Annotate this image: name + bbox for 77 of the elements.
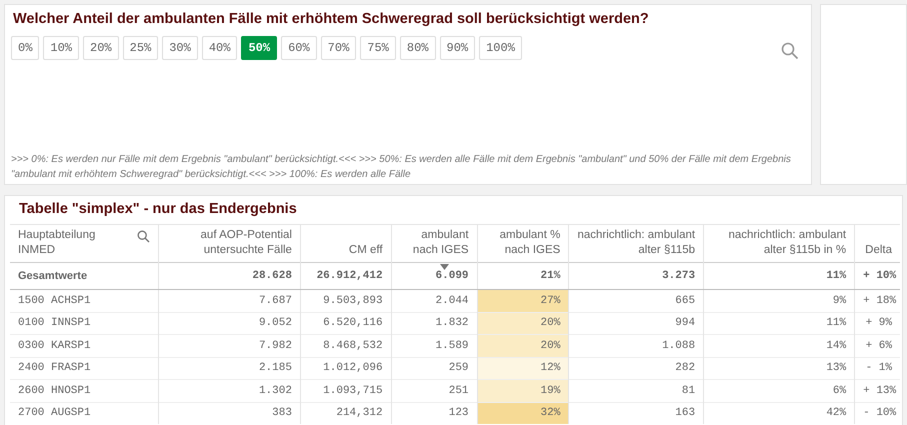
filter-option[interactable]: 70% <box>320 36 356 60</box>
heat-cell: 19% <box>477 380 569 402</box>
table-cell: 7.982 <box>158 334 300 357</box>
table-cell[interactable]: 2700 AUGSP1 <box>10 402 159 424</box>
info-text: >>> 0%: Es werden nur Fälle mit dem Ergebnis "ambulant" berücksichtigt.<<< >>> 50%: Es werden alle Fälle mit dem Ergebnis "ambulant" und 50% der Fälle mit dem Ergebnis "ambulant mit erhöhtem Schweregrad" berücksichtigt.<<< >>> 100%: Es werden alle Fälle <box>11 153 792 182</box>
total-cell: 28.628 <box>252 270 292 282</box>
column-header[interactable]: nachrichtlich: ambulant alter §115b in % <box>712 228 846 258</box>
table-cell: 13% <box>704 357 855 380</box>
column-header[interactable]: auf AOP-Potential untersuchte Fälle <box>167 228 292 258</box>
table-cell: 1.093,715 <box>300 380 392 402</box>
table-cell: 9% <box>704 290 855 312</box>
table-cell: 42% <box>704 402 855 424</box>
total-cell: 6.099 <box>436 270 469 282</box>
total-label: Gesamtwerte <box>18 270 88 282</box>
table-cell: 7.687 <box>158 290 300 312</box>
total-cell: 11% <box>826 270 846 282</box>
heat-cell: 12% <box>477 357 569 380</box>
filter-option[interactable]: 10% <box>43 36 80 60</box>
filter-option[interactable]: 20% <box>83 36 119 60</box>
table-cell: 1.088 <box>568 334 704 357</box>
column-header[interactable]: Hauptabteilung INMED <box>18 228 98 258</box>
table-cell[interactable]: 2400 FRASP1 <box>10 357 159 380</box>
filter-option[interactable]: 90% <box>440 36 476 60</box>
table-cell[interactable]: 1500 ACHSP1 <box>10 290 159 312</box>
heat-cell: 27% <box>477 290 569 312</box>
table-cell: + 13% <box>854 380 900 402</box>
heat-cell: 20% <box>477 334 569 357</box>
filter-option[interactable]: 75% <box>360 36 396 60</box>
heat-cell: 32% <box>477 402 569 424</box>
filter-option[interactable]: 40% <box>202 36 238 60</box>
total-cell: 3.273 <box>662 270 696 282</box>
column-header[interactable]: ambulant % nach IGES <box>486 228 560 258</box>
table-cell: 383 <box>158 402 300 424</box>
table-cell: + 6% <box>854 334 900 357</box>
table-cell[interactable]: 0100 INNSP1 <box>10 312 159 334</box>
table-cell: - 1% <box>854 357 900 380</box>
table-cell: 6.520,116 <box>300 312 392 334</box>
table-cell: + 18% <box>854 290 900 312</box>
table-cell: 11% <box>704 312 855 334</box>
filter-option[interactable]: 60% <box>281 36 317 60</box>
table-cell: 994 <box>568 312 704 334</box>
filter-option[interactable]: 80% <box>400 36 436 60</box>
table-cell: 81 <box>568 380 704 402</box>
table-cell: 1.302 <box>158 380 300 402</box>
table-cell: 163 <box>568 402 704 424</box>
column-header[interactable]: nachrichtlich: ambulant alter §115b <box>577 228 696 258</box>
table-cell: - 10% <box>854 402 900 424</box>
table-cell: 9.052 <box>158 312 300 334</box>
table-cell: 8.468,532 <box>300 334 392 357</box>
table-title: Tabelle "simplex" - nur das Endergebnis <box>19 201 298 217</box>
filter-option[interactable]: 0% <box>11 36 40 60</box>
table-cell: 2.185 <box>158 357 300 380</box>
sort-indicator-icon <box>440 264 449 270</box>
filter-option[interactable]: 50% <box>241 36 278 60</box>
filter-option[interactable]: 100% <box>479 36 522 60</box>
search-icon[interactable] <box>137 230 150 243</box>
search-icon[interactable] <box>781 42 799 60</box>
column-header[interactable]: Delta <box>863 243 892 258</box>
table-cell: 9.503,893 <box>300 290 392 312</box>
column-header[interactable]: CM eff <box>308 243 383 258</box>
column-header[interactable]: ambulant nach IGES <box>400 228 469 258</box>
filter-option[interactable]: 25% <box>122 36 158 60</box>
table-cell[interactable]: 2600 HNOSP1 <box>10 380 159 402</box>
heat-cell: 20% <box>477 312 569 334</box>
table-cell[interactable]: 0300 KARSP1 <box>10 334 159 357</box>
table-cell: 6% <box>704 380 855 402</box>
table-cell: + 9% <box>854 312 900 334</box>
table-cell: 282 <box>568 357 704 380</box>
table-cell: 214,312 <box>300 402 392 424</box>
total-cell: 21% <box>540 270 560 282</box>
table-cell: 14% <box>704 334 855 357</box>
panel-title: Welcher Anteil der ambulanten Fälle mit erhöhtem Schweregrad soll berücksichtigt werden? <box>13 11 650 27</box>
total-cell: + 10% <box>863 270 896 282</box>
table-cell: 1.012,096 <box>300 357 392 380</box>
total-cell: 26.912,412 <box>316 270 383 282</box>
table-cell: 665 <box>568 290 704 312</box>
filter-option[interactable]: 30% <box>162 36 198 60</box>
